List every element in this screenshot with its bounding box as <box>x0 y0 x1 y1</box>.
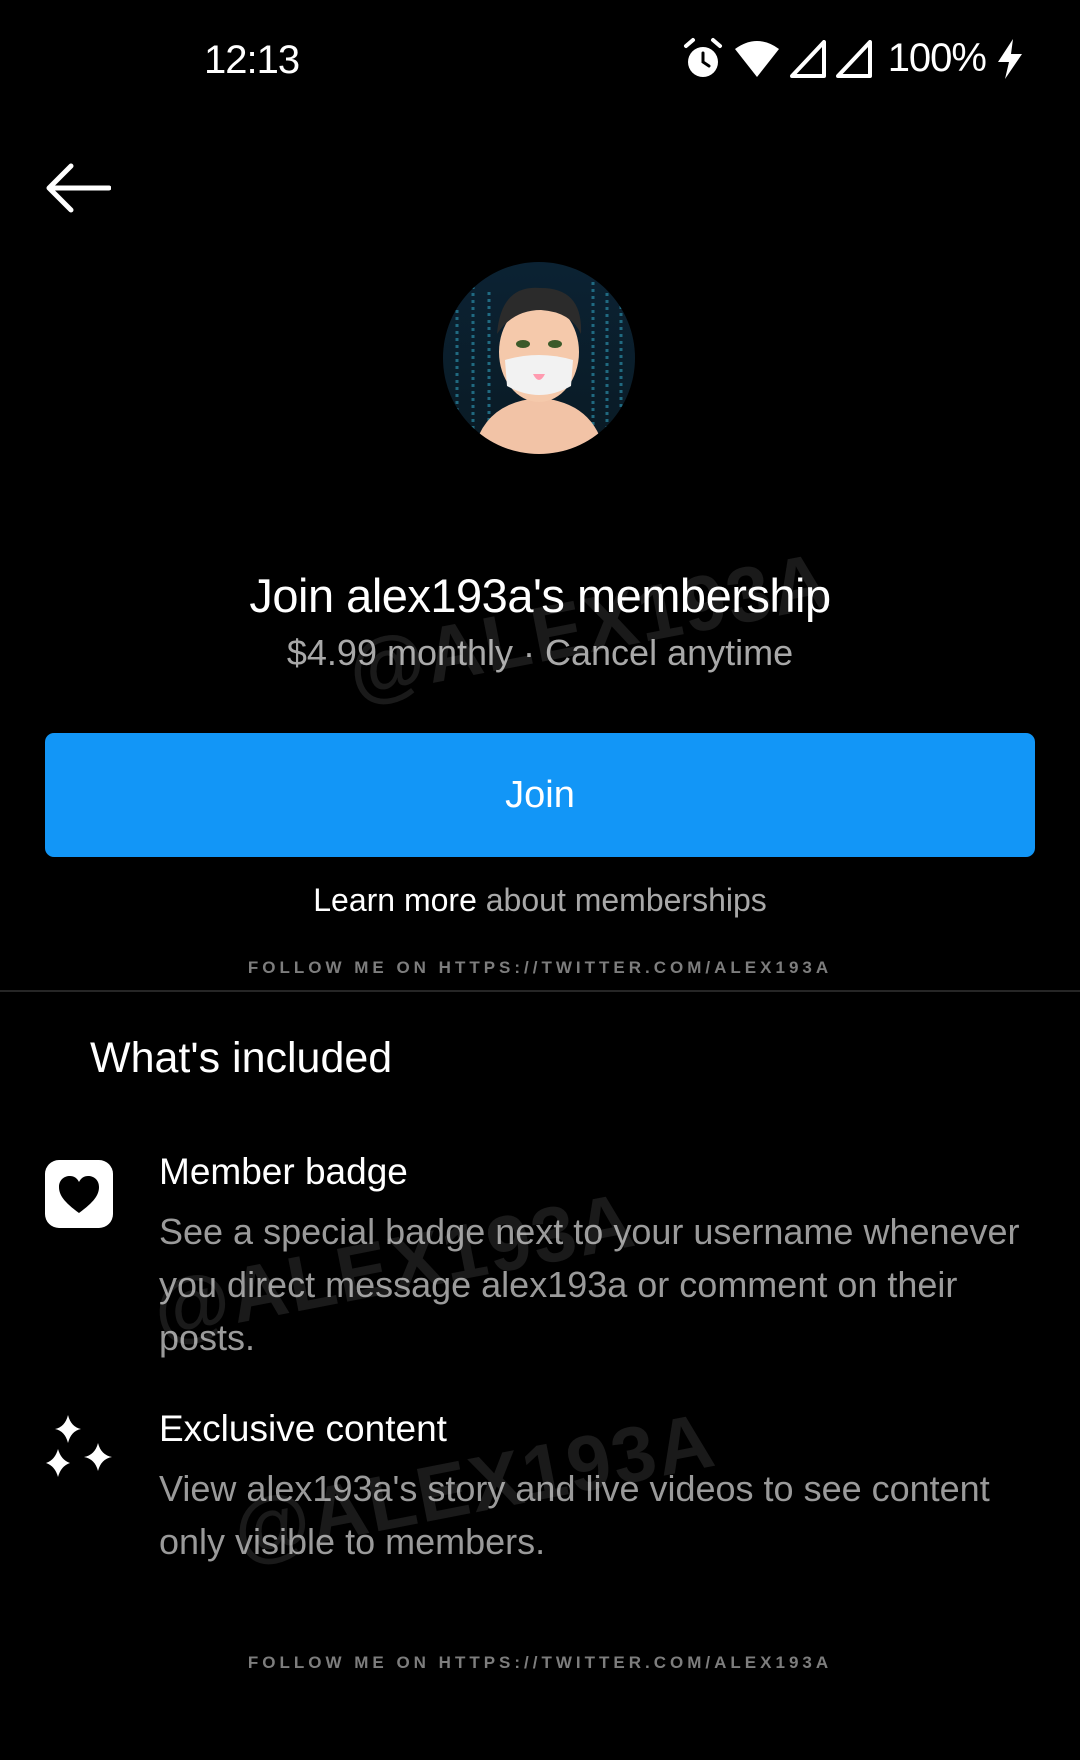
wifi-icon <box>734 40 780 78</box>
membership-price: $4.99 monthly · Cancel anytime <box>286 632 794 673</box>
learn-more-link[interactable]: Learn more <box>313 882 477 918</box>
section-title: What's included <box>90 1034 393 1082</box>
back-button[interactable] <box>40 156 116 220</box>
signal-icon <box>789 39 826 78</box>
feature-description: See a special badge next to your usernam… <box>159 1211 1020 1358</box>
join-button[interactable]: Join <box>45 733 1035 857</box>
watermark-caption: FOLLOW ME ON HTTPS://TWITTER.COM/ALEX193… <box>247 958 833 977</box>
alarm-icon <box>682 37 724 81</box>
charging-icon <box>996 38 1024 79</box>
feature-title: Exclusive content <box>159 1408 447 1449</box>
battery-percent: 100% <box>887 36 987 80</box>
avatar <box>443 262 635 454</box>
divider <box>0 990 1080 992</box>
overlay-watermark: @ALEX193A <box>340 535 838 715</box>
signal-icon <box>835 39 872 78</box>
membership-title: Join alex193a's membership <box>249 569 831 622</box>
learn-more-text: about memberships <box>476 882 767 918</box>
heart-badge-icon <box>44 1159 114 1229</box>
learn-more-row: Learn more about memberships <box>0 882 1080 919</box>
arrow-left-icon <box>46 163 111 213</box>
status-icons: 100% <box>682 36 1024 81</box>
watermark-caption: FOLLOW ME ON HTTPS://TWITTER.COM/ALEX193… <box>247 1653 833 1672</box>
feature-title: Member badge <box>159 1151 408 1192</box>
feature-description: View alex193a's story and live videos to… <box>159 1468 990 1562</box>
sparkles-icon <box>44 1413 116 1485</box>
status-time: 12:13 <box>204 38 300 82</box>
